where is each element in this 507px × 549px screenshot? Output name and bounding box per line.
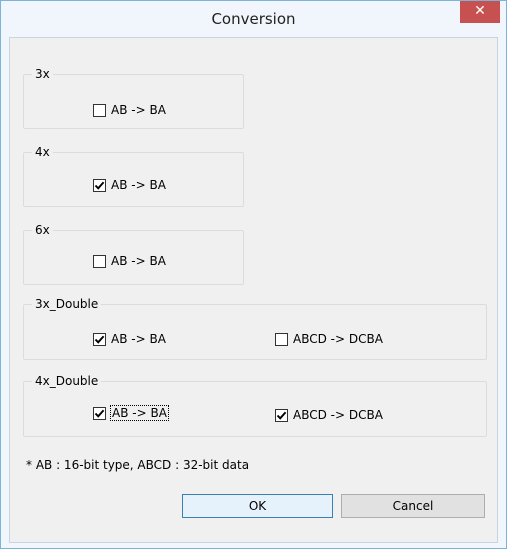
checkbox-label: AB -> BA bbox=[111, 332, 166, 346]
checkbox-label: ABCD -> DCBA bbox=[293, 408, 383, 422]
group-legend: 4x bbox=[32, 144, 53, 160]
checkbox-4x-double-abcd-dcba[interactable]: ABCD -> DCBA bbox=[275, 407, 383, 423]
checkbox-label: AB -> BA bbox=[110, 405, 169, 421]
footnote: * AB : 16-bit type, ABCD : 32-bit data bbox=[26, 458, 250, 472]
group-legend: 6x bbox=[32, 222, 53, 238]
group-legend: 3x bbox=[32, 66, 53, 82]
close-button[interactable]: ✕ bbox=[460, 1, 500, 23]
checkbox-box[interactable] bbox=[275, 332, 288, 346]
checkbox-box[interactable] bbox=[93, 254, 106, 268]
group-4x: 4x AB -> BA bbox=[23, 144, 244, 207]
group-3x: 3x AB -> BA bbox=[23, 66, 244, 129]
checkbox-box[interactable] bbox=[93, 103, 106, 117]
checkbox-label: AB -> BA bbox=[111, 254, 166, 268]
checkmark-icon bbox=[276, 411, 287, 420]
checkmark-icon bbox=[94, 181, 105, 190]
close-icon: ✕ bbox=[474, 3, 486, 19]
checkbox-3x-ab-ba[interactable]: AB -> BA bbox=[93, 102, 166, 118]
window-title: Conversion bbox=[211, 10, 296, 28]
checkbox-3x-double-ab-ba[interactable]: AB -> BA bbox=[93, 331, 166, 347]
checkbox-label: AB -> BA bbox=[111, 178, 166, 192]
dialog-client-area: 3x AB -> BA 4x AB -> BA 6x AB -> BA 3x_D… bbox=[9, 37, 498, 543]
checkbox-4x-double-ab-ba[interactable]: AB -> BA bbox=[93, 405, 169, 421]
title-bar[interactable]: Conversion ✕ bbox=[1, 1, 506, 37]
checkbox-box[interactable] bbox=[275, 408, 288, 422]
group-4x-double: 4x_Double AB -> BA ABCD -> DCBA bbox=[23, 373, 487, 437]
conversion-dialog: Conversion ✕ 3x AB -> BA 4x AB -> BA 6x bbox=[0, 0, 507, 549]
group-legend: 3x_Double bbox=[32, 296, 102, 312]
checkbox-label: AB -> BA bbox=[111, 103, 166, 117]
group-legend: 4x_Double bbox=[32, 373, 102, 389]
ok-button[interactable]: OK bbox=[182, 494, 333, 518]
checkbox-box[interactable] bbox=[93, 406, 106, 420]
cancel-button[interactable]: Cancel bbox=[341, 494, 485, 518]
group-3x-double: 3x_Double AB -> BA ABCD -> DCBA bbox=[23, 296, 487, 360]
checkmark-icon bbox=[94, 409, 105, 418]
checkbox-3x-double-abcd-dcba[interactable]: ABCD -> DCBA bbox=[275, 331, 383, 347]
checkbox-6x-ab-ba[interactable]: AB -> BA bbox=[93, 253, 166, 269]
group-6x: 6x AB -> BA bbox=[23, 222, 244, 285]
checkbox-4x-ab-ba[interactable]: AB -> BA bbox=[93, 177, 166, 193]
checkbox-box[interactable] bbox=[93, 178, 106, 192]
checkmark-icon bbox=[94, 335, 105, 344]
checkbox-box[interactable] bbox=[93, 332, 106, 346]
checkbox-label: ABCD -> DCBA bbox=[293, 332, 383, 346]
